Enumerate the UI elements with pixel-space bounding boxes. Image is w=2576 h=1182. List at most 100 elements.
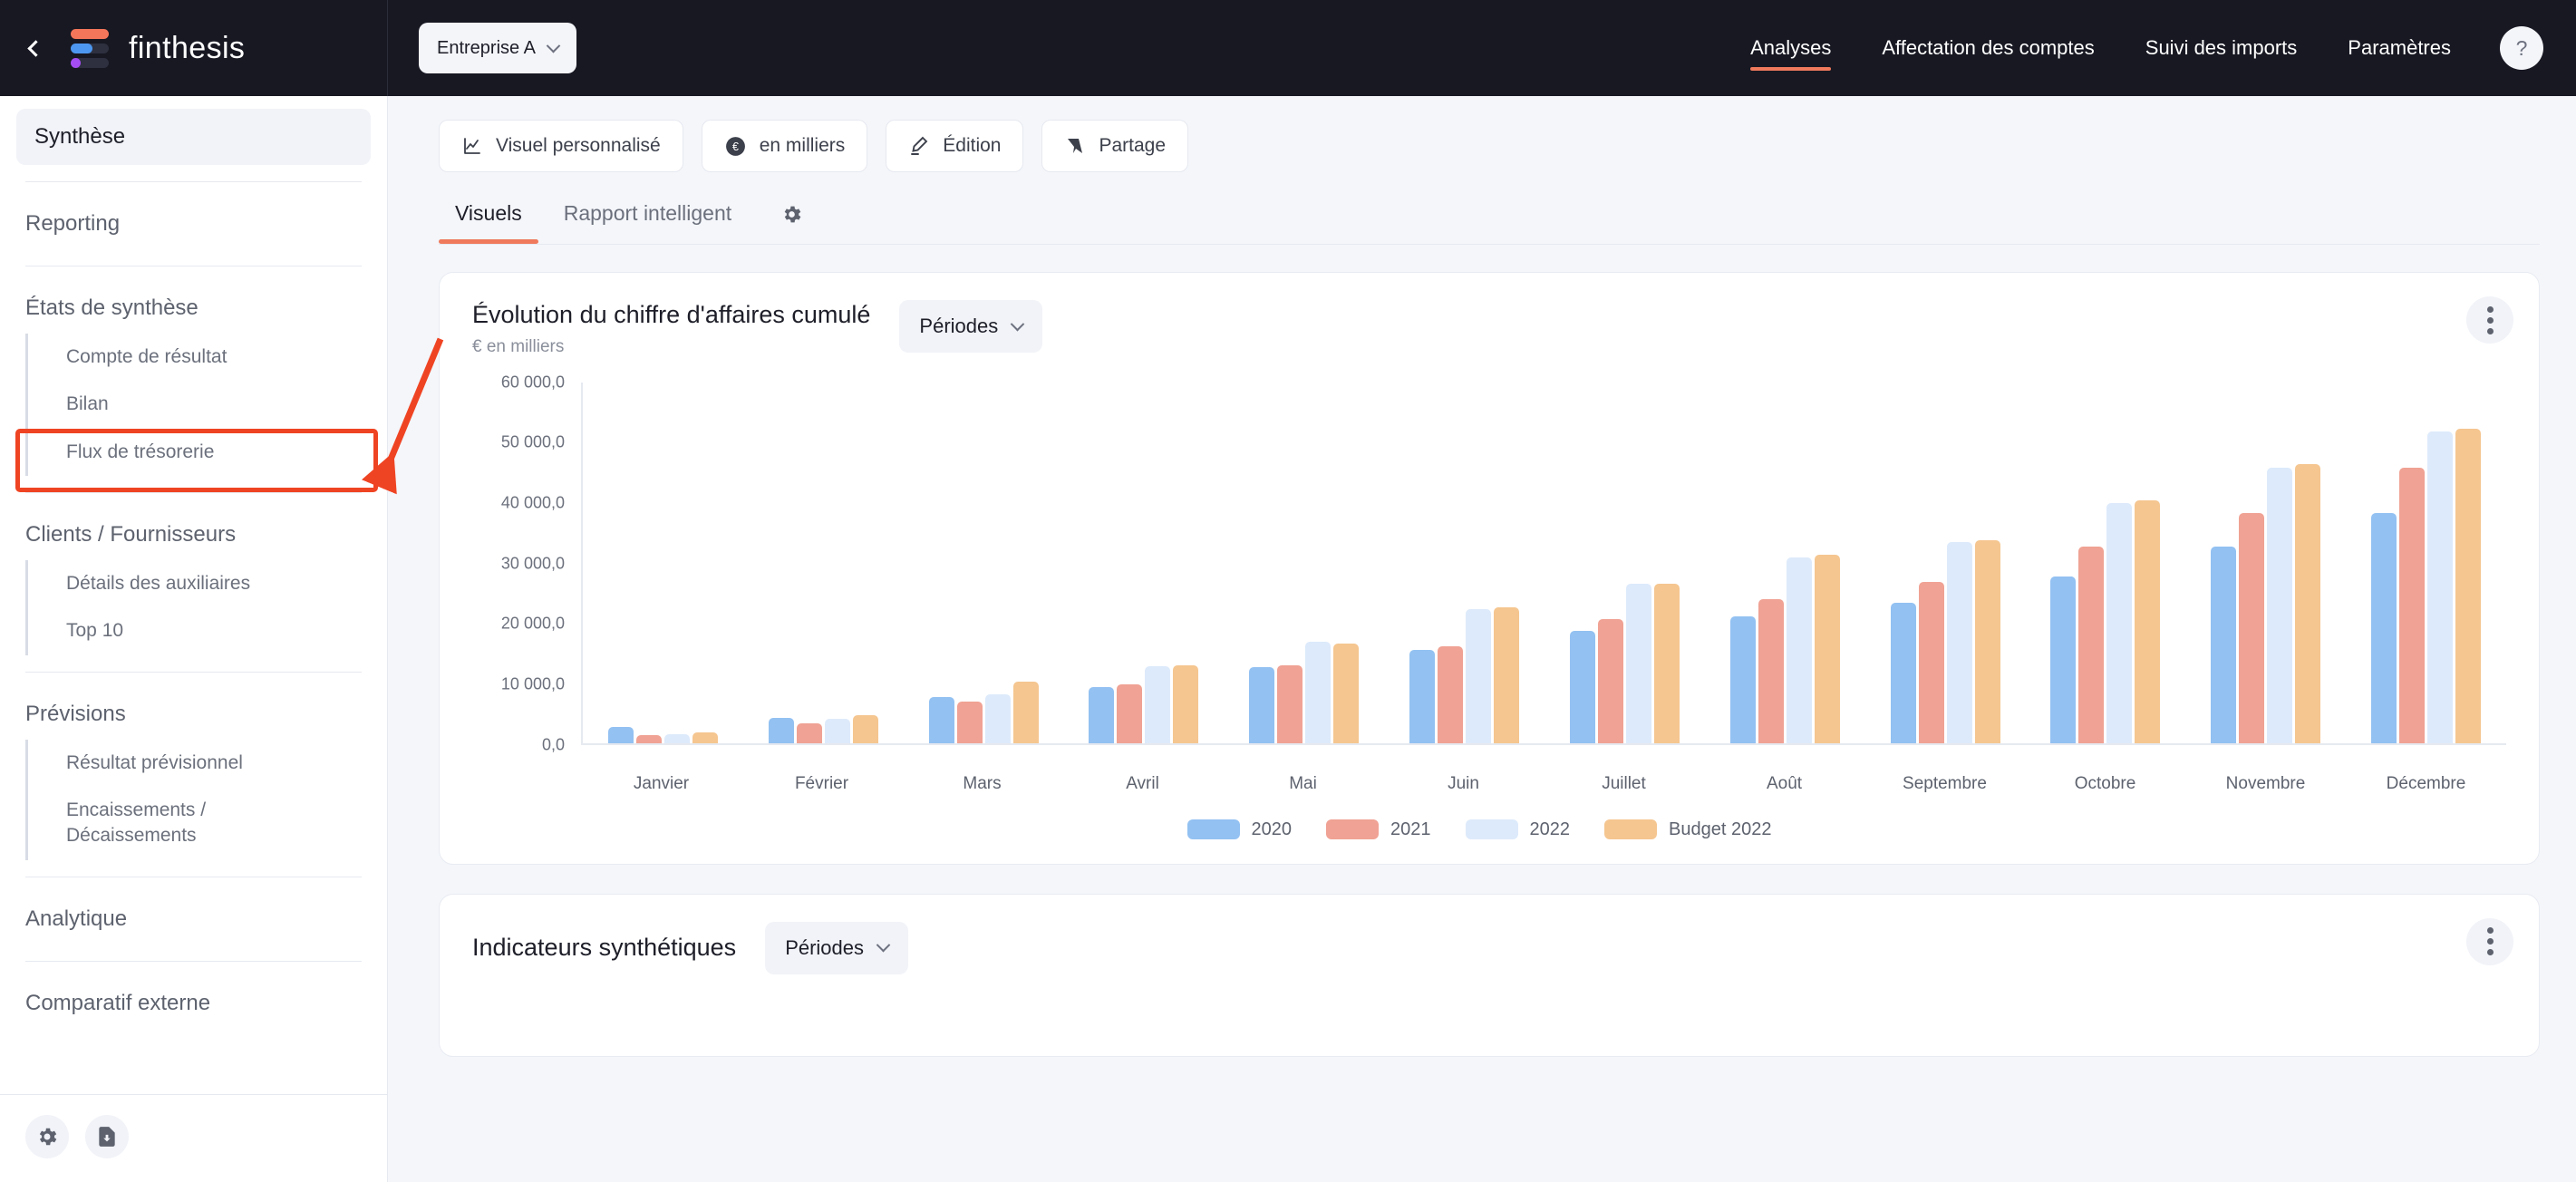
sidebar-item-compte-de-resultat[interactable]: Compte de résultat [25,334,362,382]
help-circle-icon[interactable]: ? [2500,26,2543,70]
y-axis-tick: 0,0 [541,735,565,754]
sidebar-item-resultat-previsionnel[interactable]: Résultat prévisionnel [25,739,362,788]
partage-button[interactable]: Partage [1041,120,1189,172]
chart-bar[interactable] [1758,599,1784,743]
kebab-menu-icon[interactable] [2466,296,2513,344]
chart-bar[interactable] [2211,547,2237,743]
chart-bar[interactable] [1786,557,1812,743]
edition-button[interactable]: Édition [886,120,1024,172]
nav-item-parametres[interactable]: Paramètres [2322,0,2476,96]
chart-bar[interactable] [1653,583,1680,743]
sidebar-item-flux-de-tresorerie[interactable]: Flux de trésorerie [25,428,362,477]
brand[interactable]: finthesis [71,27,245,69]
legend-label: 2021 [1390,819,1431,839]
chart-bar[interactable] [2295,463,2321,743]
chart-bar[interactable] [663,733,690,743]
button-label: Visuel personnalisé [496,135,661,156]
main-content: Visuel personnalisé € en milliers Éditio… [388,96,2576,1182]
chart-bar[interactable] [1277,665,1303,743]
chart-bar[interactable] [1494,607,1520,743]
chart-bar[interactable] [2050,576,2077,743]
chart-legend-item[interactable]: 2021 [1326,819,1431,840]
chart-bar[interactable] [1305,642,1332,743]
chart-bar[interactable] [1117,684,1143,743]
chart-bar[interactable] [796,723,822,743]
chart-bar[interactable] [1409,650,1436,743]
euro-circle-icon: € [725,136,745,156]
gear-icon[interactable] [25,1115,69,1158]
chart-bar[interactable] [1466,608,1492,743]
chart-bar[interactable] [824,719,850,743]
chart-bar[interactable] [692,732,718,743]
chart-bar[interactable] [2455,429,2482,743]
sidebar-item-top-10[interactable]: Top 10 [25,607,362,655]
chart-bar[interactable] [1173,665,1199,743]
tab-settings-button[interactable] [757,203,819,244]
chart-bar[interactable] [1438,646,1464,743]
chart-bar[interactable] [1918,582,1944,743]
tab-visuels[interactable]: Visuels [439,201,538,244]
x-axis-tick-label: Mars [963,773,1002,793]
chart-bar[interactable] [1814,555,1840,743]
y-axis-tick: 50 000,0 [500,432,565,451]
chart-bar[interactable] [984,693,1011,743]
chart-bar[interactable] [1729,615,1756,743]
sidebar-group-label: Comparatif externe [25,990,211,1015]
chart-bar[interactable] [635,735,662,743]
chart-legend-item[interactable]: 2020 [1186,819,1292,840]
chart-bar[interactable] [2239,513,2265,743]
chart-bar[interactable] [768,717,794,743]
sidebar-item-comparatif-externe[interactable]: Comparatif externe [0,978,387,1029]
company-selector-label: Entreprise A [437,37,536,58]
sidebar-item-synthese[interactable]: Synthèse [16,109,371,165]
sidebar-collapse-button[interactable] [20,33,51,63]
chart-bar[interactable] [928,697,954,743]
chart-legend-item[interactable]: 2022 [1465,819,1570,840]
chart-bar[interactable] [1089,687,1115,743]
tab-rapport-intelligent[interactable]: Rapport intelligent [547,201,748,244]
chart-bar[interactable] [2106,503,2133,743]
sidebar-item-analytique[interactable]: Analytique [0,894,387,945]
sidebar-item-label: Bilan [66,393,109,415]
chart-bar[interactable] [2078,547,2105,743]
top-navigation: Analyses Affectation des comptes Suivi d… [1725,0,2576,96]
chart-bar[interactable] [607,727,634,743]
sidebar-item-reporting[interactable]: Reporting [0,199,387,249]
chart-bar[interactable] [1249,667,1275,743]
chart-bar[interactable] [2135,499,2161,743]
unit-toggle-button[interactable]: € en milliers [701,120,868,172]
chart-bar[interactable] [852,715,878,743]
chart-bar[interactable] [1569,631,1595,743]
sidebar-item-label: Compte de résultat [66,346,228,367]
chart-bar[interactable] [1974,540,2000,743]
chart-period-selector[interactable]: Périodes [899,300,1043,353]
chart-bar[interactable] [1946,542,1972,743]
chart-bar[interactable] [1597,619,1623,743]
chart-legend-item[interactable]: Budget 2022 [1604,819,1771,840]
file-download-icon[interactable] [85,1115,129,1158]
kebab-menu-icon[interactable] [2466,917,2513,965]
nav-item-analyses[interactable]: Analyses [1725,0,1856,96]
chart-bar[interactable] [1333,644,1360,743]
visuel-personnalise-button[interactable]: Visuel personnalisé [439,120,683,172]
indicators-period-selector[interactable]: Périodes [765,921,909,974]
chart-bar[interactable] [2427,431,2454,743]
nav-item-affectation-des-comptes[interactable]: Affectation des comptes [1856,0,2119,96]
chart-bar[interactable] [2399,468,2426,743]
nav-item-suivi-des-imports[interactable]: Suivi des imports [2120,0,2323,96]
sidebar-item-details-des-auxiliaires[interactable]: Détails des auxiliaires [25,560,362,608]
chart-bar[interactable] [2371,513,2397,743]
company-selector[interactable]: Entreprise A [419,23,576,73]
chart-bar-group [1384,383,1545,743]
sidebar-item-bilan[interactable]: Bilan [25,381,362,429]
chart-bar[interactable] [1145,666,1171,743]
sidebar-item-encaissements-decaissements[interactable]: Encaissements / Décaissements [25,787,225,860]
chart-bar[interactable] [1625,583,1651,743]
gear-icon [784,206,801,223]
chart-bar[interactable] [956,701,983,743]
chart-bar[interactable] [1012,682,1039,743]
chart-bar[interactable] [1890,603,1916,743]
chart-bar[interactable] [2267,468,2293,743]
line-chart-icon [464,138,480,154]
tab-bar: Visuels Rapport intelligent [388,172,2576,244]
